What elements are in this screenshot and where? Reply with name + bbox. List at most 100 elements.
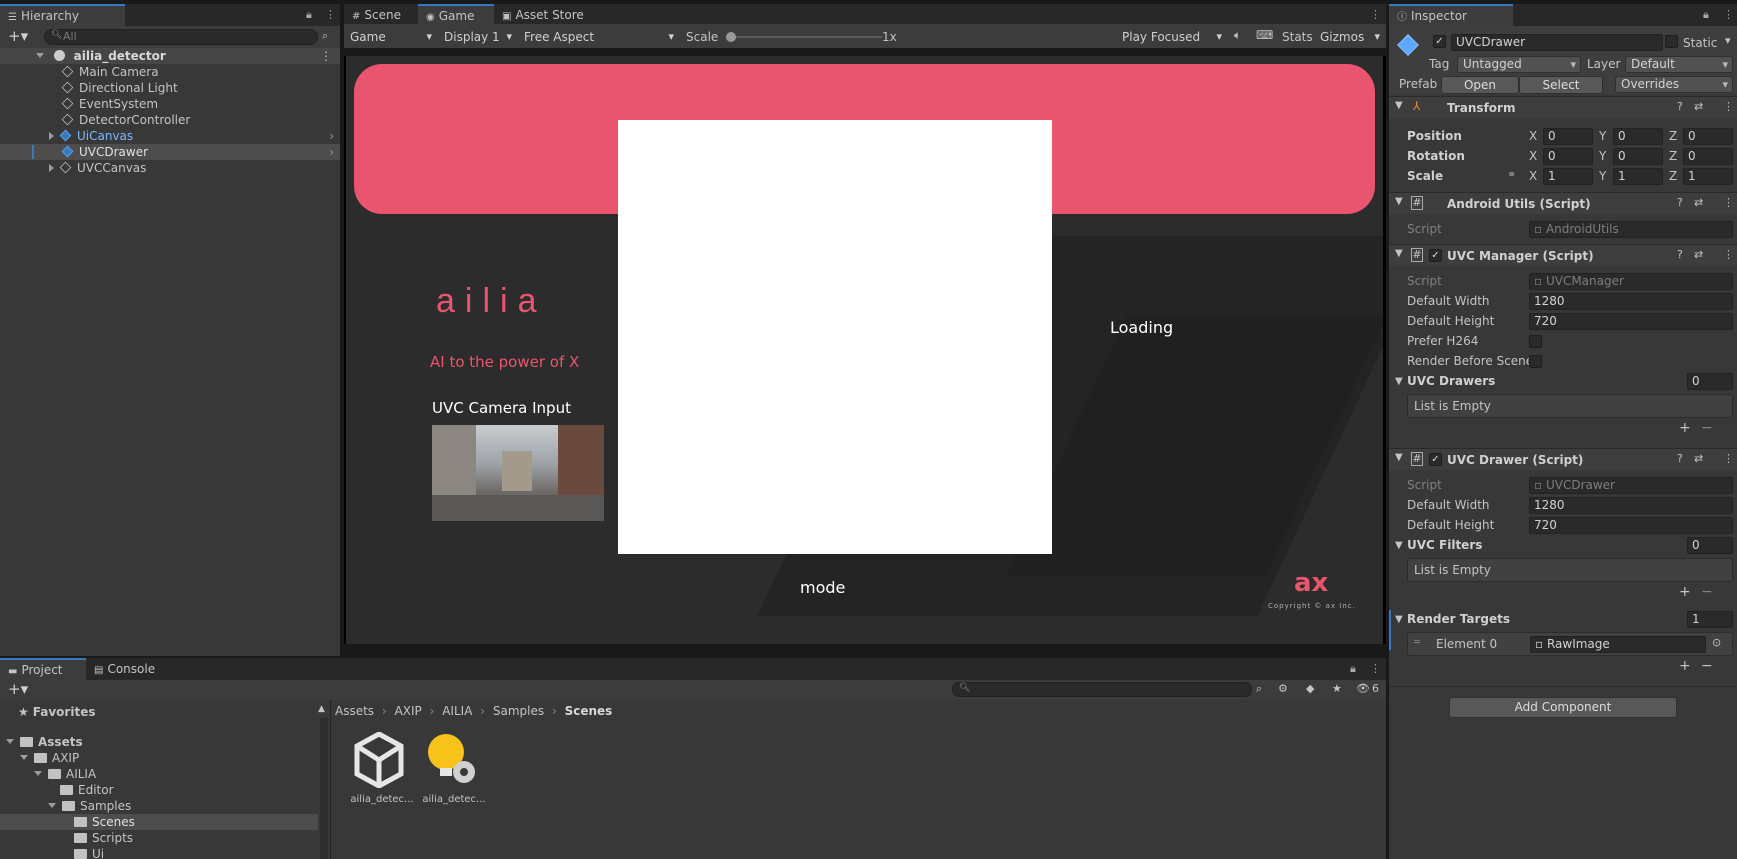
stats-button[interactable]: Stats xyxy=(1282,28,1313,46)
chevron-down-icon[interactable] xyxy=(20,755,28,760)
tree-item-axip[interactable]: AXIP xyxy=(20,750,79,766)
more-icon[interactable]: ⋮ xyxy=(1723,248,1734,261)
tab-hierarchy[interactable]: ☰ Hierarchy xyxy=(0,4,125,26)
help-icon[interactable]: ? xyxy=(1677,248,1683,261)
uvc-drawer-header[interactable]: ▼ # ✓ UVC Drawer (Script) ? ⇄ ⋮ xyxy=(1389,448,1737,470)
asset-item[interactable]: ailia_detec... xyxy=(346,731,414,812)
more-icon[interactable]: ⋮ xyxy=(1723,196,1734,209)
preset-icon[interactable]: ⇄ xyxy=(1694,196,1703,209)
tab-inspector[interactable]: ⓘ Inspector xyxy=(1389,4,1513,26)
breadcrumb-item[interactable]: Scenes xyxy=(565,704,613,718)
asset-item[interactable]: ailia_detec... xyxy=(422,732,486,812)
hierarchy-item[interactable]: EventSystem xyxy=(61,96,158,112)
position-z-field[interactable]: 0 xyxy=(1683,128,1733,145)
default-height-field[interactable]: 720 xyxy=(1529,517,1733,534)
chevron-right-icon[interactable]: › xyxy=(329,144,334,160)
label-icon[interactable]: ◆ xyxy=(1306,682,1314,695)
chevron-down-icon[interactable]: ▾ xyxy=(1725,34,1731,47)
slider-handle[interactable] xyxy=(726,32,736,42)
chevron-up-icon[interactable]: ▲ xyxy=(318,704,325,714)
favorites-item[interactable]: ★ Favorites xyxy=(18,704,95,720)
hierarchy-item[interactable]: UVCCanvas xyxy=(49,160,146,176)
layer-dropdown[interactable]: Default xyxy=(1625,56,1733,73)
more-icon[interactable]: ⋮ xyxy=(1723,452,1734,465)
chevron-down-icon[interactable]: ▼ xyxy=(1395,376,1403,387)
game-view[interactable]: ailia AI to the power of X UVC Camera In… xyxy=(344,56,1386,644)
prefer-h264-checkbox[interactable] xyxy=(1529,335,1542,348)
more-icon[interactable]: ⋮ xyxy=(325,8,336,21)
breadcrumb-item[interactable]: Assets xyxy=(335,704,374,718)
default-width-field[interactable]: 1280 xyxy=(1529,293,1733,310)
chevron-down-icon[interactable]: ▼ xyxy=(1395,248,1403,259)
prefab-open-button[interactable]: Open xyxy=(1441,76,1519,94)
tree-item-assets[interactable]: Assets xyxy=(6,734,83,750)
aspect-dropdown[interactable]: Free Aspect xyxy=(520,28,676,46)
tree-item-scripts[interactable]: Scripts xyxy=(74,830,133,846)
star-icon[interactable]: ★ xyxy=(1332,682,1342,695)
chevron-down-icon[interactable] xyxy=(48,803,56,808)
display-dropdown[interactable]: Display 1 xyxy=(440,28,514,46)
object-name-field[interactable]: UVCDrawer xyxy=(1451,34,1663,51)
uvc-filters-count[interactable]: 0 xyxy=(1687,537,1733,554)
android-utils-header[interactable]: ▼ # Android Utils (Script) ? ⇄ ⋮ xyxy=(1389,192,1737,214)
remove-item-icon[interactable]: − xyxy=(1701,584,1713,600)
tree-scrollbar[interactable] xyxy=(320,718,328,859)
lock-icon[interactable]: 🔒︎ xyxy=(306,8,312,22)
uvc-manager-header[interactable]: ▼ # ✓ UVC Manager (Script) ? ⇄ ⋮ xyxy=(1389,244,1737,266)
tree-item-ailia[interactable]: AILIA xyxy=(34,766,96,782)
position-x-field[interactable]: 0 xyxy=(1543,128,1593,145)
preset-icon[interactable]: ⇄ xyxy=(1694,100,1703,113)
tab-game[interactable]: ◉ Game xyxy=(418,4,494,26)
project-search-input[interactable]: 🔍︎ xyxy=(952,682,1252,697)
uvc-manager-enabled-checkbox[interactable]: ✓ xyxy=(1429,249,1442,262)
breadcrumb-item[interactable]: AILIA xyxy=(442,704,472,718)
search-type-icon[interactable]: ⌕ xyxy=(1256,682,1262,696)
chevron-down-icon[interactable] xyxy=(36,53,44,58)
more-icon[interactable]: ⋮ xyxy=(1370,8,1381,21)
breadcrumb-item[interactable]: AXIP xyxy=(395,704,422,718)
position-y-field[interactable]: 0 xyxy=(1613,128,1663,145)
help-icon[interactable]: ? xyxy=(1677,196,1683,209)
preset-icon[interactable]: ⇄ xyxy=(1694,452,1703,465)
render-before-scene-checkbox[interactable] xyxy=(1529,355,1542,368)
uvc-drawer-enabled-checkbox[interactable]: ✓ xyxy=(1429,453,1442,466)
remove-item-icon[interactable]: − xyxy=(1701,420,1713,436)
hierarchy-item-uicanvas[interactable]: UiCanvas › xyxy=(0,128,340,144)
remove-item-icon[interactable]: − xyxy=(1701,658,1713,674)
filter-type-icon[interactable]: ⚙ xyxy=(1278,682,1288,695)
tree-item-ui[interactable]: Ui xyxy=(74,846,104,859)
tab-scene[interactable]: # Scene xyxy=(344,4,418,26)
scale-slider[interactable] xyxy=(726,32,882,42)
rotation-x-field[interactable]: 0 xyxy=(1543,148,1593,165)
prefab-select-button[interactable]: Select xyxy=(1519,76,1603,94)
scale-x-field[interactable]: 1 xyxy=(1543,168,1593,185)
chevron-right-icon[interactable]: › xyxy=(329,128,334,144)
tree-item-samples[interactable]: Samples xyxy=(48,798,131,814)
tab-console[interactable]: ▤ Console xyxy=(86,658,172,680)
lock-icon[interactable]: 🔒︎ xyxy=(1350,662,1356,676)
play-focused-dropdown[interactable]: Play Focused xyxy=(1118,28,1224,46)
add-icon[interactable]: +▾ xyxy=(8,27,28,45)
tree-item-scenes[interactable]: Scenes xyxy=(0,814,318,830)
preset-icon[interactable]: ⇄ xyxy=(1694,248,1703,261)
chevron-down-icon[interactable]: ▼ xyxy=(1395,540,1403,551)
more-icon[interactable]: ⋮ xyxy=(320,48,332,64)
audio-icon[interactable]: 🔈︎ xyxy=(1234,28,1241,43)
add-item-icon[interactable]: + xyxy=(1679,658,1691,674)
scene-row[interactable]: ailia_detector ⋮ xyxy=(0,48,340,64)
tree-item-editor[interactable]: Editor xyxy=(60,782,114,798)
hierarchy-item-uvcdrawer[interactable]: UVCDrawer › xyxy=(0,144,340,160)
transform-header[interactable]: ▼ ⅄ Transform ? ⇄ ⋮ xyxy=(1389,96,1737,118)
chevron-down-icon[interactable]: ▼ xyxy=(1395,614,1403,625)
tab-asset-store[interactable]: ▣ Asset Store xyxy=(494,4,604,26)
chevron-down-icon[interactable] xyxy=(6,739,14,744)
default-width-field[interactable]: 1280 xyxy=(1529,497,1733,514)
rotation-y-field[interactable]: 0 xyxy=(1613,148,1663,165)
add-item-icon[interactable]: + xyxy=(1679,584,1691,600)
active-checkbox[interactable]: ✓ xyxy=(1433,35,1446,48)
link-icon[interactable]: ⚭ xyxy=(1507,168,1516,181)
target-picker-icon[interactable]: ⊙ xyxy=(1712,636,1721,649)
uvc-drawers-count[interactable]: 0 xyxy=(1687,373,1733,390)
tab-project[interactable]: ▬ Project xyxy=(0,658,86,680)
prefab-overrides-dropdown[interactable]: Overrides xyxy=(1615,76,1733,93)
